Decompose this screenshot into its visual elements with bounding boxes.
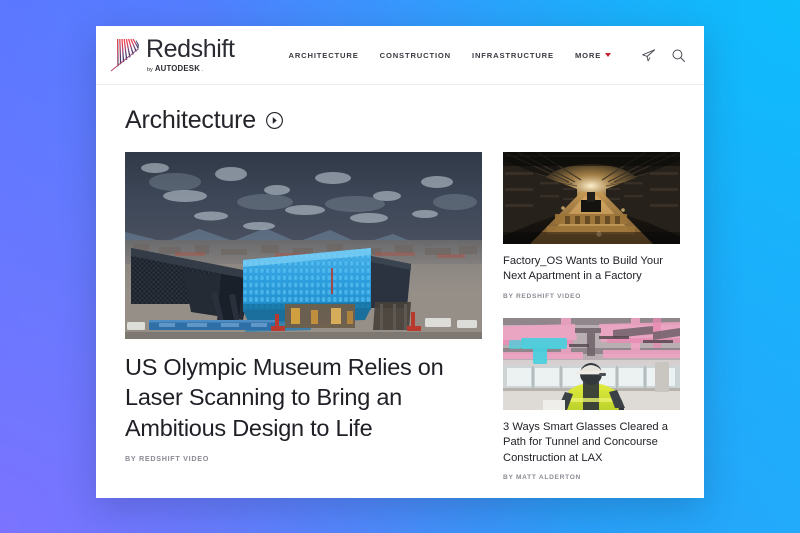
section-header: Architecture — [125, 106, 675, 135]
page-body: Architecture US Olympic Museum Relies on… — [96, 85, 704, 481]
header-actions — [641, 48, 686, 63]
brand-by: by — [147, 66, 153, 73]
redshift-logo-icon — [110, 38, 139, 72]
main-navigation: ARCHITECTURE CONSTRUCTION INFRASTRUCTURE… — [289, 51, 612, 60]
list-item: Factory_OS Wants to Build Your Next Apar… — [503, 152, 680, 300]
list-item: 3 Ways Smart Glasses Cleared a Path for … — [503, 317, 680, 482]
nav-item-architecture[interactable]: ARCHITECTURE — [289, 51, 359, 60]
page-title: Architecture — [125, 106, 256, 134]
side-article-list: Factory_OS Wants to Build Your Next Apar… — [503, 152, 680, 481]
featured-article-image[interactable] — [125, 152, 482, 339]
brand-name: Redshift — [146, 34, 235, 63]
side-article-image-1[interactable] — [503, 152, 680, 244]
featured-article-title[interactable]: US Olympic Museum Relies on Laser Scanni… — [125, 352, 482, 443]
brand-parent-suffix: . — [202, 66, 204, 73]
brand-subline: by AUTODESK . — [147, 63, 235, 74]
brand-text: Redshift by AUTODESK . — [146, 34, 235, 74]
featured-article-byline: BY REDSHIFT VIDEO — [125, 453, 210, 463]
side-article-title-1[interactable]: Factory_OS Wants to Build Your Next Apar… — [503, 254, 680, 285]
side-article-byline-1: BY REDSHIFT VIDEO — [503, 292, 582, 300]
nav-item-infrastructure[interactable]: INFRASTRUCTURE — [472, 51, 554, 60]
us-olympic-museum-photo — [125, 152, 482, 339]
nav-item-construction[interactable]: CONSTRUCTION — [380, 51, 451, 60]
site-header: Redshift by AUTODESK . ARCHITECTURE CONS… — [96, 26, 704, 85]
subscribe-icon[interactable] — [641, 48, 656, 63]
content-grid: US Olympic Museum Relies on Laser Scanni… — [125, 152, 680, 481]
brand-logo[interactable]: Redshift by AUTODESK . — [106, 34, 235, 74]
nav-item-more[interactable]: MORE — [574, 50, 612, 60]
side-article-title-2[interactable]: 3 Ways Smart Glasses Cleared a Path for … — [503, 420, 680, 466]
smart-glasses-worker-photo — [503, 317, 680, 410]
chevron-down-icon — [605, 53, 612, 57]
search-icon[interactable] — [671, 48, 686, 63]
side-article-image-2[interactable] — [503, 317, 680, 410]
nav-item-more-label: MORE — [574, 50, 602, 60]
site-card: Redshift by AUTODESK . ARCHITECTURE CONS… — [96, 26, 704, 498]
circle-arrow-right-icon[interactable] — [265, 111, 284, 130]
featured-article: US Olympic Museum Relies on Laser Scanni… — [125, 152, 482, 481]
factory-interior-photo — [503, 152, 680, 244]
brand-parent: AUTODESK — [154, 63, 201, 73]
side-article-byline-2: BY MATT ALDERTON — [503, 474, 581, 482]
